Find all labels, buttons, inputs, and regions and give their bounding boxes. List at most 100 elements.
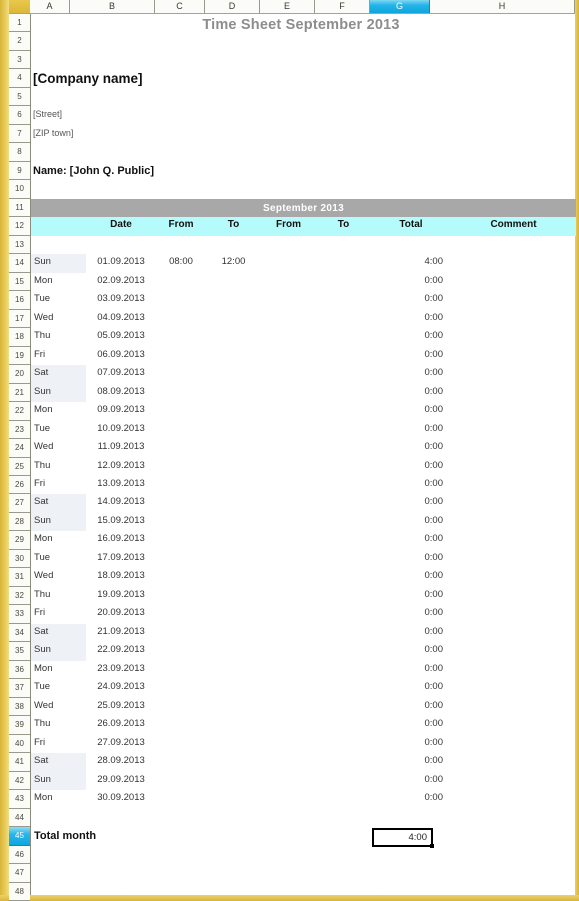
from2-cell[interactable] [261,273,316,291]
row-header-36[interactable]: 36 [9,660,30,680]
day-name-cell[interactable]: Sun [31,512,86,532]
from2-cell[interactable] [261,568,316,586]
column-label-date-0[interactable]: Date [86,217,156,235]
to2-cell[interactable] [316,365,371,383]
row-header-21[interactable]: 21 [9,383,30,403]
to2-cell[interactable] [316,550,371,568]
from1-cell[interactable] [156,661,206,679]
column-header-g[interactable]: G [370,0,430,13]
comment-cell[interactable] [451,513,576,531]
total-cell[interactable]: 0:00 [371,698,451,716]
to1-cell[interactable] [206,661,261,679]
to1-cell[interactable] [206,421,261,439]
total-cell[interactable]: 0:00 [371,347,451,365]
to2-cell[interactable] [316,753,371,771]
day-name-cell[interactable]: Sun [31,771,86,791]
total-cell[interactable]: 0:00 [371,531,451,549]
from1-cell[interactable] [156,605,206,623]
total-cell[interactable]: 0:00 [371,291,451,309]
to2-cell[interactable] [316,439,371,457]
row-header-1[interactable]: 1 [9,14,30,33]
from1-cell[interactable] [156,716,206,734]
comment-cell[interactable] [451,753,576,771]
from2-cell[interactable] [261,494,316,512]
to1-cell[interactable] [206,384,261,402]
row-header-5[interactable]: 5 [9,87,30,107]
row-header-4[interactable]: 4 [9,69,30,88]
to2-cell[interactable] [316,402,371,420]
to1-cell[interactable] [206,587,261,605]
date-cell[interactable]: 28.09.2013 [86,753,156,771]
to2-cell[interactable] [316,772,371,790]
company-name-cell[interactable]: [Company name] [33,69,283,87]
total-cell[interactable]: 0:00 [371,328,451,346]
total-cell[interactable]: 0:00 [371,772,451,790]
to1-cell[interactable] [206,365,261,383]
row-header-10[interactable]: 10 [9,180,30,199]
from2-cell[interactable] [261,550,316,568]
date-cell[interactable]: 13.09.2013 [86,476,156,494]
comment-cell[interactable] [451,716,576,734]
comment-cell[interactable] [451,384,576,402]
day-name-cell[interactable]: Mon [31,660,86,680]
from1-cell[interactable] [156,790,206,808]
row-header-15[interactable]: 15 [9,272,30,292]
date-cell[interactable]: 19.09.2013 [86,587,156,605]
row-header-28[interactable]: 28 [9,512,30,532]
total-cell[interactable]: 0:00 [371,402,451,420]
date-cell[interactable]: 01.09.2013 [86,254,156,272]
to2-cell[interactable] [316,494,371,512]
row-header-25[interactable]: 25 [9,457,30,476]
date-cell[interactable]: 30.09.2013 [86,790,156,808]
to2-cell[interactable] [316,513,371,531]
to1-cell[interactable] [206,568,261,586]
row-header-33[interactable]: 33 [9,605,30,624]
from2-cell[interactable] [261,513,316,531]
day-name-cell[interactable]: Sun [31,642,86,661]
date-cell[interactable]: 29.09.2013 [86,772,156,790]
to2-cell[interactable] [316,568,371,586]
total-cell[interactable]: 0:00 [371,273,451,291]
total-cell[interactable]: 4:00 [371,254,451,272]
to2-cell[interactable] [316,421,371,439]
column-header-e[interactable]: E [260,0,315,13]
comment-cell[interactable] [451,365,576,383]
from2-cell[interactable] [261,402,316,420]
comment-cell[interactable] [451,494,576,512]
from1-cell[interactable] [156,753,206,771]
row-header-46[interactable]: 46 [9,845,30,865]
comment-cell[interactable] [451,772,576,790]
date-cell[interactable]: 24.09.2013 [86,679,156,697]
total-cell[interactable]: 0:00 [371,421,451,439]
total-cell[interactable]: 0:00 [371,642,451,660]
to1-cell[interactable] [206,513,261,531]
comment-cell[interactable] [451,458,576,476]
row-header-18[interactable]: 18 [9,328,30,347]
from1-cell[interactable]: 08:00 [156,254,206,272]
from2-cell[interactable] [261,347,316,365]
from1-cell[interactable] [156,347,206,365]
comment-cell[interactable] [451,605,576,623]
to1-cell[interactable] [206,310,261,328]
to2-cell[interactable] [316,605,371,623]
comment-cell[interactable] [451,735,576,753]
day-name-cell[interactable]: Sun [31,383,86,403]
day-name-cell[interactable]: Sat [31,623,86,643]
date-cell[interactable]: 17.09.2013 [86,550,156,568]
to2-cell[interactable] [316,679,371,697]
row-header-7[interactable]: 7 [9,124,30,144]
total-cell[interactable]: 0:00 [371,587,451,605]
day-name-cell[interactable]: Mon [31,790,86,809]
from1-cell[interactable] [156,772,206,790]
row-header-41[interactable]: 41 [9,753,30,772]
row-header-35[interactable]: 35 [9,642,30,661]
from1-cell[interactable] [156,310,206,328]
total-cell[interactable]: 0:00 [371,716,451,734]
row-header-20[interactable]: 20 [9,365,30,384]
from2-cell[interactable] [261,605,316,623]
to2-cell[interactable] [316,587,371,605]
employee-name-cell[interactable]: Name: [John Q. Public] [33,162,293,180]
row-header-19[interactable]: 19 [9,346,30,366]
from2-cell[interactable] [261,642,316,660]
to2-cell[interactable] [316,291,371,309]
